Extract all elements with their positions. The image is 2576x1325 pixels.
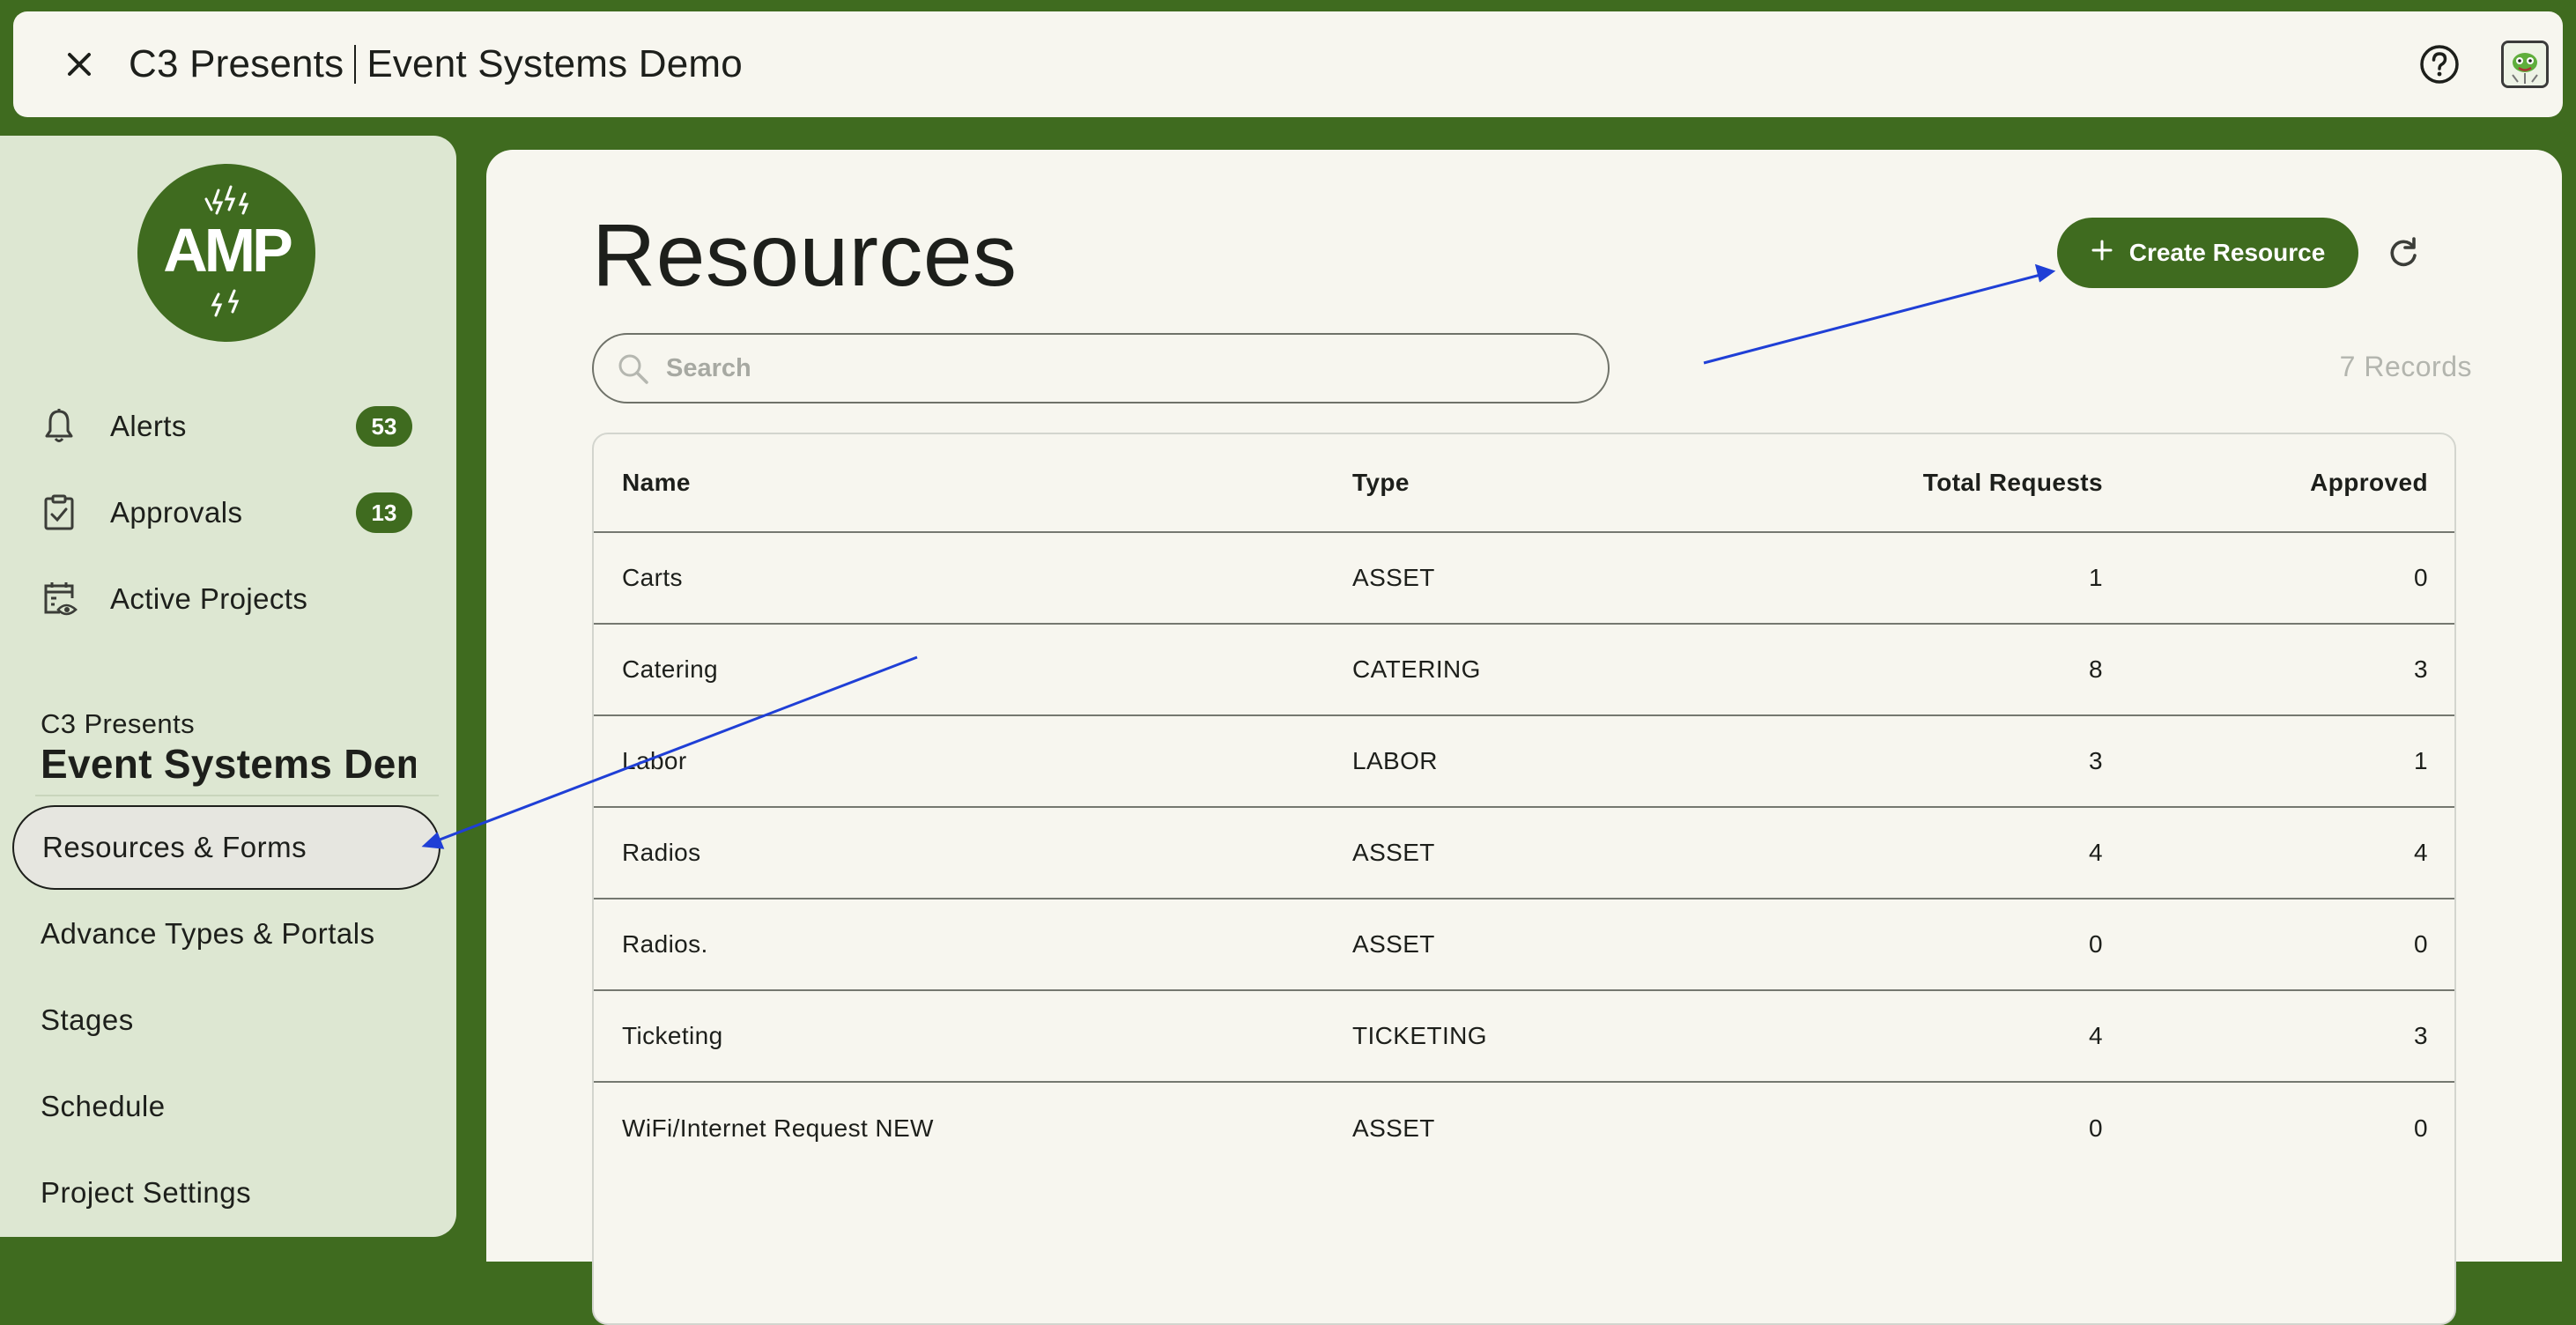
cell-approved: 0: [2414, 564, 2428, 591]
cell-name: Carts: [622, 564, 683, 591]
table-row[interactable]: Radios. ASSET 0 0: [594, 899, 2454, 991]
cell-total-requests: 0: [2089, 930, 2103, 958]
cell-name: Labor: [622, 747, 687, 774]
cell-name: Catering: [622, 655, 719, 683]
records-count: 7 Records: [2339, 351, 2472, 382]
table-row[interactable]: Carts ASSET 1 0: [594, 533, 2454, 625]
org-title: C3 Presents: [129, 42, 344, 85]
cell-total-requests: 4: [2089, 839, 2103, 866]
sidebar-org-name: C3 Presents: [41, 708, 195, 739]
search-icon: [615, 351, 652, 388]
main-panel: Resources Create Resource 7 Records Name…: [486, 150, 2562, 1325]
cell-total-requests: 0: [2089, 1114, 2103, 1142]
cell-type: LABOR: [1352, 747, 1438, 774]
amp-logo[interactable]: AMP: [137, 164, 315, 342]
cell-approved: 3: [2414, 1022, 2428, 1049]
cell-name: Ticketing: [622, 1022, 723, 1049]
cell-approved: 4: [2414, 839, 2428, 866]
cell-total-requests: 4: [2089, 1022, 2103, 1049]
table-row[interactable]: Labor LABOR 3 1: [594, 716, 2454, 808]
cell-approved: 0: [2414, 930, 2428, 958]
table-row[interactable]: WiFi/Internet Request NEW ASSET 0 0: [594, 1083, 2454, 1174]
plus-icon: [2091, 239, 2113, 268]
sidebar-item-label: Active Projects: [110, 582, 308, 615]
sidebar-item-label: Approvals: [110, 496, 243, 529]
search-field[interactable]: [592, 333, 1610, 403]
sidebar-divider: [35, 795, 439, 796]
approvals-count-badge: 13: [356, 492, 412, 533]
sidebar-item-project-settings[interactable]: Project Settings: [41, 1151, 251, 1235]
cell-approved: 1: [2414, 747, 2428, 774]
cell-type: CATERING: [1352, 655, 1481, 683]
cell-name: WiFi/Internet Request NEW: [622, 1114, 934, 1142]
cell-type: ASSET: [1352, 839, 1435, 866]
help-circle-icon[interactable]: [2416, 41, 2463, 88]
page-breadcrumb: C3 Presents Event Systems Demo: [129, 11, 743, 117]
resources-table: Name Type Total Requests Approved Carts …: [592, 433, 2456, 1325]
sidebar-item-schedule[interactable]: Schedule: [41, 1064, 166, 1149]
sidebar-item-label: Alerts: [110, 410, 187, 442]
column-header-total-requests[interactable]: Total Requests: [1923, 434, 2103, 531]
cell-name: Radios: [622, 839, 701, 866]
cell-type: ASSET: [1352, 1114, 1435, 1142]
cell-approved: 3: [2414, 655, 2428, 683]
cell-type: TICKETING: [1352, 1022, 1487, 1049]
cell-total-requests: 8: [2089, 655, 2103, 683]
title-divider: [354, 45, 357, 84]
sidebar: AMP Alerts 53 Approvals 13 Active Projec…: [0, 136, 456, 1237]
sidebar-item-stages[interactable]: Stages: [41, 978, 134, 1062]
table-row[interactable]: Ticketing TICKETING 4 3: [594, 991, 2454, 1083]
page-title: Resources: [592, 206, 1018, 305]
sidebar-item-active-projects[interactable]: Active Projects: [0, 559, 456, 639]
column-header-approved[interactable]: Approved: [2310, 434, 2428, 531]
cell-total-requests: 1: [2089, 564, 2103, 591]
sidebar-item-alerts[interactable]: Alerts 53: [0, 387, 456, 466]
top-bar: C3 Presents Event Systems Demo: [13, 11, 2563, 117]
sidebar-item-approvals[interactable]: Approvals 13: [0, 473, 456, 552]
table-header-row: Name Type Total Requests Approved: [594, 434, 2454, 533]
column-header-type[interactable]: Type: [1352, 434, 1410, 531]
create-resource-button[interactable]: Create Resource: [2057, 218, 2358, 288]
table-row[interactable]: Radios ASSET 4 4: [594, 808, 2454, 899]
calendar-eye-icon: [39, 579, 79, 619]
clipboard-check-icon: [39, 492, 79, 533]
cell-type: ASSET: [1352, 930, 1435, 958]
cell-approved: 0: [2414, 1114, 2428, 1142]
table-row[interactable]: Catering CATERING 8 3: [594, 625, 2454, 716]
user-avatar-icon[interactable]: [2501, 41, 2549, 88]
search-input[interactable]: [664, 344, 1589, 393]
project-title: Event Systems Demo: [366, 42, 743, 85]
logo-text: AMP: [163, 216, 292, 285]
sidebar-item-advance-types-portals[interactable]: Advance Types & Portals: [41, 892, 375, 976]
create-resource-label: Create Resource: [2128, 239, 2326, 266]
sidebar-item-resources-forms[interactable]: Resources & Forms: [12, 805, 440, 890]
sidebar-project-name: Event Systems Demo: [41, 741, 416, 787]
cell-total-requests: 3: [2089, 747, 2103, 774]
refresh-icon[interactable]: [2381, 231, 2425, 275]
bell-icon: [39, 406, 79, 447]
column-header-name[interactable]: Name: [622, 434, 691, 531]
cell-name: Radios.: [622, 930, 708, 958]
cell-type: ASSET: [1352, 564, 1435, 591]
alerts-count-badge: 53: [356, 406, 412, 447]
close-icon[interactable]: [57, 42, 101, 86]
